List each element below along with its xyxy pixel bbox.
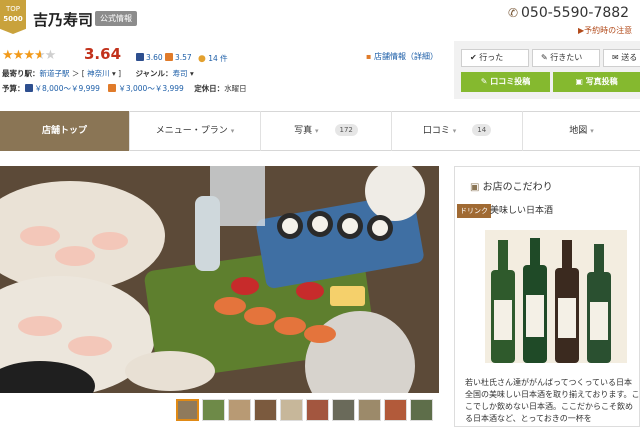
photo-post-button[interactable]: ▣ 写真投稿	[553, 72, 640, 92]
send-button[interactable]: ✉ 送る	[603, 49, 640, 67]
thumbnail[interactable]	[410, 399, 433, 421]
chevron-down-icon: ▾	[590, 127, 594, 135]
top5000-badge: TOP 5000	[0, 0, 26, 34]
thumbnail[interactable]	[384, 399, 407, 421]
thumbnail[interactable]	[280, 399, 303, 421]
sake-bottles-illustration	[485, 230, 627, 363]
review-count[interactable]: ● 14 件	[198, 53, 228, 64]
thumbnail[interactable]	[176, 399, 199, 421]
thumbnail[interactable]	[358, 399, 381, 421]
genre-link[interactable]: 寿司	[173, 69, 188, 78]
sun-icon	[165, 53, 173, 61]
tab-map[interactable]: 地図 ▾	[523, 111, 640, 151]
star-icon: ★	[2, 48, 14, 63]
thumbnail[interactable]	[202, 399, 225, 421]
thumbnail[interactable]	[228, 399, 251, 421]
thumbnail[interactable]	[332, 399, 355, 421]
thumbnail[interactable]	[254, 399, 277, 421]
half-star-icon: ★	[33, 48, 46, 63]
station-link[interactable]: 新道子駅	[40, 69, 70, 78]
tab-store-top[interactable]: 店舗トップ	[0, 111, 130, 151]
badge-label: TOP	[5, 5, 20, 13]
chevron-down-icon: ▾	[315, 127, 319, 135]
shop-icon: ▣	[470, 182, 480, 193]
sushi-platter-illustration	[0, 166, 439, 393]
review-post-button[interactable]: ✎ 口コミ投稿	[461, 72, 550, 92]
kodawari-subtitle[interactable]: 美味しい日本酒	[490, 203, 553, 216]
tab-photos[interactable]: 写真 ▾ 172	[261, 111, 392, 151]
review-tab-count: 14	[472, 124, 492, 136]
phone-number[interactable]: 050-5590-7882	[521, 5, 629, 21]
station-row: 最寄り駅：新道子駅 ＞ [ 神奈川 ▾ ] ジャンル：寿司 ▾	[2, 69, 194, 78]
mail-icon: ✉	[612, 53, 619, 62]
star-icon: ★	[23, 48, 35, 63]
went-button[interactable]: ✔ 行った	[461, 49, 529, 67]
star-icon: ★	[12, 48, 25, 63]
moon-icon	[24, 84, 33, 92]
kodawari-description: 若い杜氏さん達ががんばってつくっている日本全国の美味しい日本酒を取り揃えておりま…	[465, 378, 640, 423]
lunch-score: 3.57	[165, 53, 192, 62]
chevron-down-icon: ▾	[230, 127, 235, 135]
badge-number: 5000	[3, 15, 23, 23]
check-icon: ✔	[470, 53, 477, 62]
pencil-icon: ✎	[480, 77, 488, 86]
tab-menu-plan[interactable]: メニュー・プラン ▾	[130, 111, 261, 151]
chevron-down-icon: ▾	[452, 127, 457, 135]
reservation-note-link[interactable]: ▶予約時の注意	[578, 25, 632, 36]
pin-icon: ✎	[541, 53, 548, 62]
camera-icon: ▣	[575, 77, 583, 86]
area-link[interactable]: 神奈川	[87, 69, 110, 78]
phone-icon: ✆	[508, 6, 519, 20]
kodawari-title: ▣ お店のこだわり	[470, 182, 553, 193]
dinner-score: 3.60	[136, 53, 163, 62]
main-sushi-photo[interactable]	[0, 166, 439, 393]
rating-stars: ★★★★★	[2, 44, 57, 63]
comment-icon: ●	[198, 54, 206, 64]
store-info-link[interactable]: ▪ 店舗情報（詳細）	[366, 51, 438, 62]
sun-icon	[108, 84, 117, 92]
budget-row: 予算： ￥8,000～￥9,999 ￥3,000～￥3,999 定休日：水曜日	[2, 84, 247, 93]
sake-bottles-photo[interactable]	[485, 230, 627, 363]
want-to-go-button[interactable]: ✎ 行きたい	[532, 49, 600, 67]
drink-tag: ドリンク	[457, 204, 491, 218]
photo-count: 172	[334, 124, 358, 136]
empty-star-icon: ★	[44, 48, 57, 63]
shop-name: 吉乃寿司	[33, 11, 94, 29]
moon-icon	[136, 53, 144, 61]
thumbnail[interactable]	[306, 399, 329, 421]
official-info-tag: 公式情報	[95, 11, 137, 26]
info-icon: ▪	[366, 52, 372, 61]
rating-score: 3.64	[84, 45, 122, 63]
tab-reviews[interactable]: 口コミ ▾ 14	[392, 111, 523, 151]
